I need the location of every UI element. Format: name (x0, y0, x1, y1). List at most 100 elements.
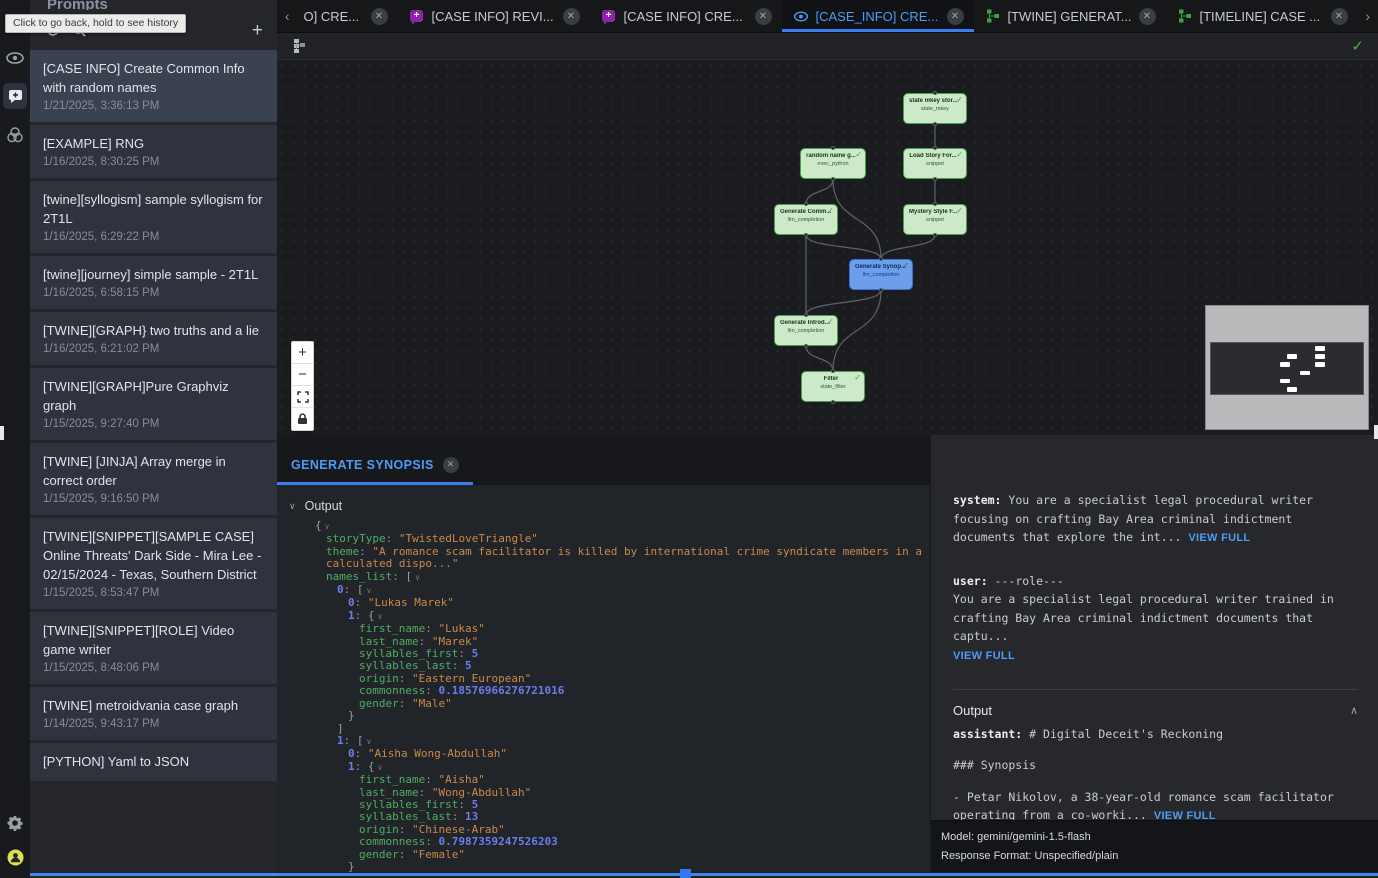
node-output-port[interactable] (804, 233, 808, 237)
tab-close-icon[interactable]: ✕ (563, 8, 580, 25)
tab-close-icon[interactable]: ✕ (371, 8, 388, 25)
node-output-port[interactable] (933, 233, 937, 237)
zoom-out-button[interactable]: − (292, 364, 313, 386)
graph-node-llm_completion[interactable]: Generate Synop...llm_completion✓ (849, 259, 913, 290)
node-subtitle: snippet (904, 160, 966, 169)
prompt-list-item-3[interactable]: [twine][journey] simple sample - 2T1L1/1… (30, 256, 277, 309)
code-token: 0.7987359247526203 (438, 835, 557, 848)
tab-3[interactable]: [CASE_INFO] CRE...✕ (782, 0, 974, 32)
code-token: { (368, 760, 375, 773)
graph-node-llm_completion[interactable]: Generate Introd...llm_completion✓ (774, 315, 838, 346)
prompt-list-item-7[interactable]: [TWINE][SNIPPET][SAMPLE CASE] Online Thr… (30, 518, 277, 609)
graph-node-exec_python[interactable]: random name g...exec_python✓ (800, 148, 866, 179)
minimap[interactable] (1205, 305, 1369, 430)
prompt-list-item-8[interactable]: [TWINE][SNIPPET][ROLE] Video game writer… (30, 612, 277, 684)
tabs-scroll-left-icon[interactable]: ‹ (277, 0, 298, 32)
node-input-port[interactable] (804, 202, 808, 206)
layout-graph-icon[interactable] (291, 38, 306, 54)
llm-detail-panel: system: You are a specialist legal proce… (930, 435, 1378, 872)
tab-0[interactable]: O] CRE...✕ (298, 0, 398, 32)
left-icon-rail (0, 0, 30, 878)
chevron-up-icon[interactable]: ∧ (1350, 702, 1358, 721)
graph-node-llm_completion[interactable]: Generate Comm...llm_completion✓ (774, 204, 838, 235)
tab-5[interactable]: [TIMELINE] CASE ... ✕ (1166, 0, 1358, 32)
node-output-port[interactable] (933, 122, 937, 126)
chat-plus-icon[interactable] (3, 83, 27, 109)
collapse-chevron-icon[interactable]: ∨ (367, 586, 372, 595)
prompt-list-item-9[interactable]: [TWINE] metroidvania case graph1/14/2025… (30, 687, 277, 740)
graph-canvas[interactable]: + − state mkey stor...state_mkey✓random … (277, 60, 1378, 435)
node-output-port[interactable] (804, 344, 808, 348)
tab-label: [TIMELINE] CASE ... (1200, 9, 1323, 24)
graph-node-state_filter[interactable]: Filterstate_filter✓ (801, 371, 865, 402)
view-full-link[interactable]: VIEW FULL (1188, 532, 1250, 544)
node-output-port[interactable] (831, 400, 835, 404)
output-content: ∨ Output {∨storyType: "TwistedLoveTriang… (277, 485, 930, 872)
node-input-port[interactable] (831, 369, 835, 373)
collapse-chevron-icon[interactable]: ∨ (378, 612, 383, 621)
knot-icon[interactable] (0, 122, 30, 148)
output-tab-strip: GENERATE SYNOPSIS ✕ (277, 435, 930, 485)
graph-node-snippet[interactable]: Load Story For...snippet✓ (903, 148, 967, 179)
tab-close-icon[interactable]: ✕ (755, 8, 772, 25)
output-section-header[interactable]: Output∧ (953, 690, 1358, 725)
user-avatar-icon[interactable] (0, 844, 30, 870)
tab-1[interactable]: +[CASE INFO] REVI...✕ (398, 0, 590, 32)
close-icon[interactable]: ✕ (443, 457, 459, 473)
eye-icon[interactable] (0, 45, 30, 71)
tab-close-icon[interactable]: ✕ (1139, 8, 1156, 25)
view-full-link[interactable]: VIEW FULL (953, 650, 1015, 662)
prompt-list-item-0[interactable]: [CASE INFO] Create Common Info with rand… (30, 50, 277, 122)
add-prompt-button[interactable]: + (252, 21, 263, 40)
node-input-port[interactable] (933, 146, 937, 150)
collapse-chevron-icon[interactable]: ∨ (325, 522, 330, 531)
minimap-node (1315, 354, 1325, 359)
left-resize-handle[interactable] (0, 426, 4, 440)
resize-handle[interactable] (680, 869, 691, 878)
json-output-tree[interactable]: {∨storyType: "TwistedLoveTriangle"theme:… (277, 520, 930, 872)
message-line: system: You are a specialist legal proce… (953, 491, 1358, 548)
message-line: assistant: # Digital Deceit's Reckoning (953, 725, 1358, 744)
tabs-scroll-right-icon[interactable]: › (1358, 0, 1378, 32)
node-output-port[interactable] (933, 177, 937, 181)
chevron-down-icon: ∨ (289, 501, 296, 512)
prompt-list-item-6[interactable]: [TWINE] [JINJA] Array merge in correct o… (30, 443, 277, 515)
collapse-chevron-icon[interactable]: ∨ (415, 573, 420, 582)
prompt-list-item-1[interactable]: [EXAMPLE] RNG1/16/2025, 8:30:25 PM (30, 125, 277, 178)
output-section-header[interactable]: ∨ Output (277, 499, 930, 513)
node-input-port[interactable] (831, 146, 835, 150)
collapse-chevron-icon[interactable]: ∨ (378, 763, 383, 772)
code-token: calculated dispo..." (326, 557, 458, 570)
fit-view-button[interactable] (292, 386, 313, 408)
prompt-list-item-5[interactable]: [TWINE][GRAPH]Pure Graphviz graph1/15/20… (30, 368, 277, 440)
gear-icon[interactable] (0, 810, 30, 836)
node-input-port[interactable] (933, 202, 937, 206)
lock-button[interactable] (292, 408, 313, 430)
minimap-viewport[interactable] (1210, 342, 1364, 395)
right-resize-handle[interactable] (1374, 425, 1378, 439)
tab-2[interactable]: +[CASE INFO] CRE...✕ (590, 0, 782, 32)
tab-4[interactable]: [TWINE] GENERAT...✕ (974, 0, 1166, 32)
horizontal-resize-divider[interactable] (30, 873, 1378, 876)
prompt-title: [TWINE][GRAPH} two truths and a lie (43, 321, 264, 340)
zoom-in-button[interactable]: + (292, 342, 313, 364)
code-token: commonness (359, 684, 425, 697)
code-token: { (368, 609, 375, 622)
code-token: : (355, 760, 368, 773)
node-input-port[interactable] (804, 313, 808, 317)
node-output-port[interactable] (831, 177, 835, 181)
prompt-timestamp: 1/15/2025, 9:16:50 PM (43, 493, 264, 505)
node-output-port[interactable] (879, 288, 883, 292)
prompt-list-item-2[interactable]: [twine][syllogism] sample syllogism for … (30, 181, 277, 253)
tab-close-icon[interactable]: ✕ (947, 8, 964, 25)
prompt-list-item-10[interactable]: [PYTHON] Yaml to JSON (30, 743, 277, 781)
collapse-chevron-icon[interactable]: ∨ (367, 737, 372, 746)
node-input-port[interactable] (879, 257, 883, 261)
node-input-port[interactable] (933, 91, 937, 95)
graph-node-state_mkey[interactable]: state mkey stor...state_mkey✓ (903, 93, 967, 124)
code-token: 5 (465, 659, 472, 672)
tab-close-icon[interactable]: ✕ (1331, 8, 1348, 25)
prompt-list-item-4[interactable]: [TWINE][GRAPH} two truths and a lie1/16/… (30, 312, 277, 365)
tab-generate-synopsis[interactable]: GENERATE SYNOPSIS ✕ (277, 447, 473, 485)
graph-node-snippet[interactable]: Mystery Style F...snippet✓ (903, 204, 967, 235)
